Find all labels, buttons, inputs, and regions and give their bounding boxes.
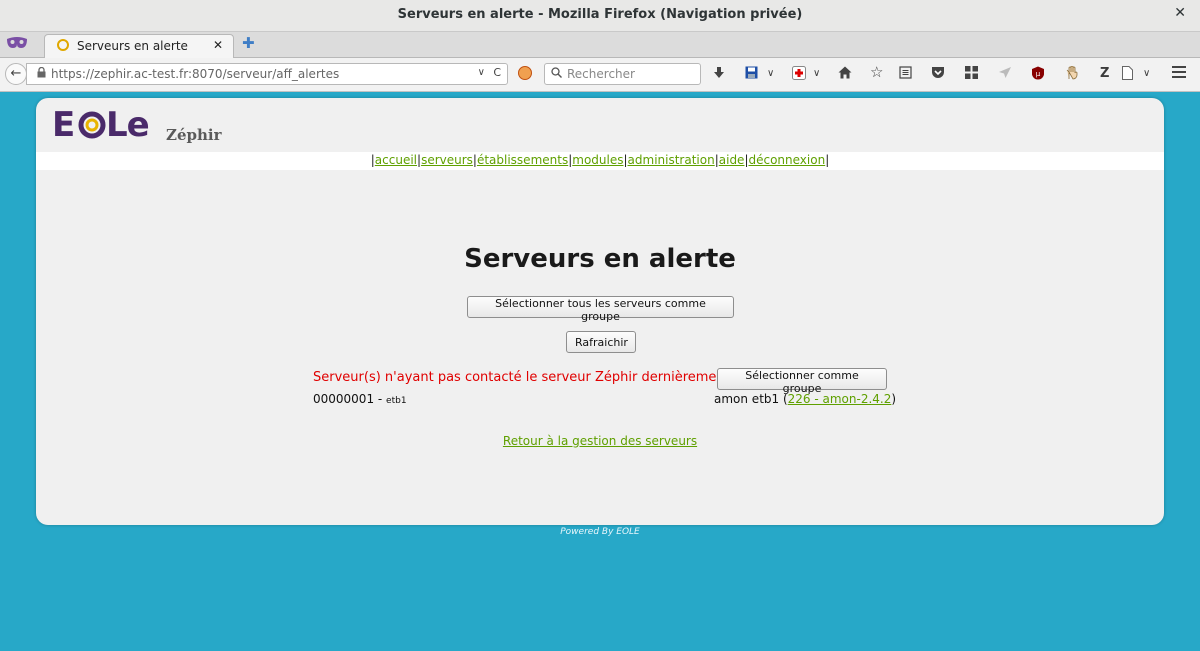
refresh-button[interactable]: Rafraichir [566,331,636,353]
pocket-icon[interactable] [931,66,945,84]
select-as-group-button[interactable]: Sélectionner comme groupe [717,368,887,395]
search-bar[interactable] [544,63,701,85]
noscript-icon[interactable] [518,66,532,80]
zotero-icon[interactable]: Z [1100,66,1109,82]
addon-icon[interactable] [792,66,806,85]
addon-menu-icon[interactable]: ∨ [813,66,820,82]
home-icon[interactable] [838,66,852,84]
page-icon[interactable] [1122,66,1133,85]
reading-list-icon[interactable] [899,66,912,84]
back-link-container: Retour à la gestion des serveurs [36,434,1164,448]
select-all-servers-button[interactable]: Sélectionner tous les serveurs comme gro… [467,296,734,323]
server-dash: - [374,392,387,406]
menu-item-deconnexion[interactable]: déconnexion [748,153,825,167]
save-icon[interactable] [745,66,758,84]
window-close-button[interactable]: ✕ [1174,5,1186,21]
back-button[interactable]: ← [5,63,27,85]
server-info-prefix: amon etb1 ( [714,392,788,406]
menu-item-modules[interactable]: modules [572,153,623,167]
tab-label: Serveurs en alerte [77,39,188,53]
page-title: Serveurs en alerte [464,244,736,274]
tab-strip: Serveurs en alerte ✕ ✚ [0,32,1200,58]
svg-text:E: E [52,105,74,144]
svg-text:Le: Le [106,105,149,144]
url-dropdown-icon[interactable]: ∨ [478,67,485,78]
search-input[interactable] [567,65,697,83]
server-id: 00000001 [313,392,375,406]
main-menu: |accueil|serveurs|établissements|modules… [36,152,1164,170]
send-icon[interactable] [998,66,1012,84]
powered-by-footer: Powered By EOLE [560,527,640,537]
menu-item-aide[interactable]: aide [719,153,745,167]
url-input[interactable] [51,65,491,83]
eole-logo: E Le [50,104,154,153]
page-card: E Le Zéphir |accueil|serveurs|établissem… [36,98,1164,525]
menu-item-administration[interactable]: administration [628,153,715,167]
app-name: Zéphir [166,126,222,144]
alert-message: Serveur(s) n'ayant pas contacté le serve… [313,370,730,385]
tab-close-icon[interactable]: ✕ [213,38,223,52]
url-bar[interactable]: ∨ C [26,63,508,85]
menu-icon[interactable] [1172,66,1186,83]
window-title: Serveurs en alerte - Mozilla Firefox (Na… [397,7,803,22]
search-icon [551,67,562,81]
menu-item-accueil[interactable]: accueil [375,153,417,167]
save-menu-icon[interactable]: ∨ [767,66,774,82]
server-info: amon etb1 (226 - amon-2.4.2) [714,392,896,406]
hand-icon[interactable] [1066,65,1079,85]
lock-icon [37,66,46,81]
server-link[interactable]: 226 - amon-2.4.2 [788,392,892,406]
navigation-toolbar: ∨ C ← ∨ ∨ ☆ μ Z ∨ [0,58,1200,92]
server-info-suffix: ) [891,392,897,406]
download-icon[interactable] [713,66,725,85]
new-tab-button[interactable]: ✚ [242,34,255,52]
private-browsing-icon [6,36,28,52]
server-etab: etb1 [386,396,407,406]
window-titlebar: Serveurs en alerte - Mozilla Firefox (Na… [0,0,1200,32]
bookmark-star-icon[interactable]: ☆ [870,64,883,80]
svg-text:μ: μ [1036,70,1041,78]
reload-icon[interactable]: C [493,66,501,79]
server-identifier: 00000001 - etb1 [313,392,407,406]
ublock-icon[interactable]: μ [1031,66,1045,85]
tab-serveurs-en-alerte[interactable]: Serveurs en alerte ✕ [44,34,234,58]
menu-item-etablissements[interactable]: établissements [477,153,568,167]
page-menu-icon[interactable]: ∨ [1143,66,1150,82]
menu-item-serveurs[interactable]: serveurs [421,153,473,167]
grid-icon[interactable] [965,66,978,84]
zephir-favicon-icon [57,39,69,51]
back-to-servers-link[interactable]: Retour à la gestion des serveurs [503,434,697,448]
